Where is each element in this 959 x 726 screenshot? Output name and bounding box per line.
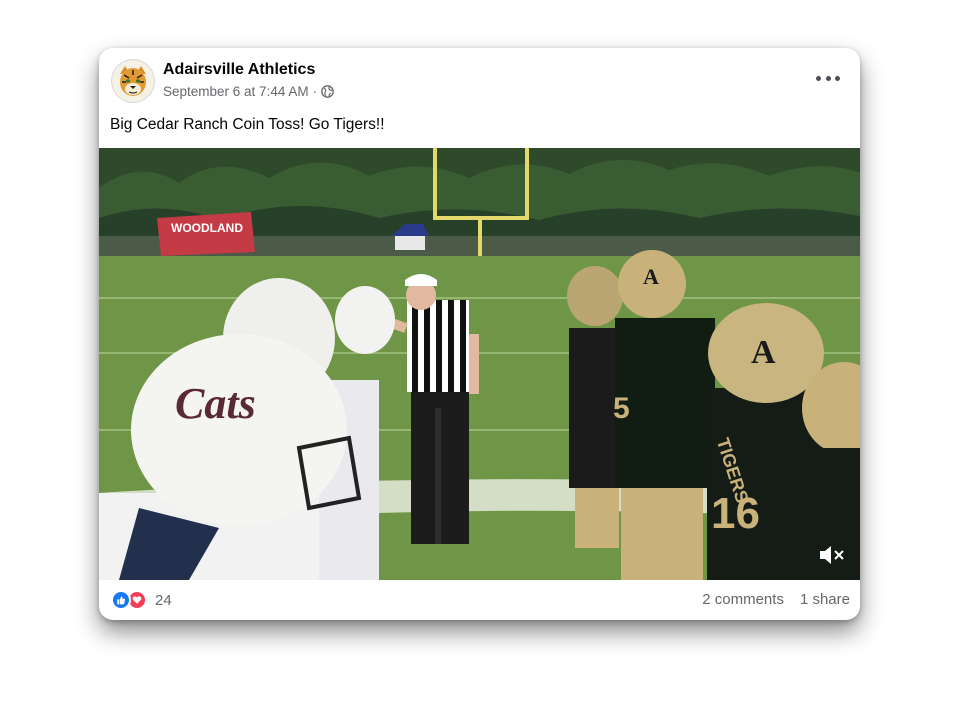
post-meta: September 6 at 7:44 AM · (163, 84, 334, 99)
muted-speaker-icon[interactable] (818, 544, 846, 566)
like-icon (111, 590, 131, 610)
post-timestamp[interactable]: September 6 at 7:44 AM (163, 84, 309, 99)
jersey-number-center: 5 (613, 392, 630, 425)
post-footer: 24 2 comments 1 share (99, 580, 860, 620)
post-stats: 2 comments 1 share (702, 591, 850, 608)
page-name[interactable]: Adairsville Athletics (163, 61, 315, 79)
post-header: Adairsville Athletics September 6 at 7:4… (99, 48, 860, 110)
banner-text: WOODLAND (171, 221, 243, 235)
comments-link[interactable]: 2 comments (702, 591, 784, 608)
home-helmet-logo: A (643, 264, 659, 289)
page-avatar[interactable] (111, 59, 155, 103)
post-caption: Big Cedar Ranch Coin Toss! Go Tigers!! (110, 116, 385, 133)
globe-icon (321, 85, 334, 98)
video-frame: WOODLAND A 5 A TIGERS 16 Cats (99, 148, 860, 580)
post-card: Adairsville Athletics September 6 at 7:4… (99, 48, 860, 620)
post-video[interactable]: WOODLAND A 5 A TIGERS 16 Cats (99, 148, 860, 580)
away-helmet-logo-a: A (751, 334, 776, 371)
shares-link[interactable]: 1 share (800, 591, 850, 608)
meta-separator: · (312, 84, 318, 99)
visitor-helmet-logo: Cats (175, 379, 256, 428)
tiger-logo-icon (113, 61, 153, 101)
more-options-icon[interactable] (816, 68, 840, 88)
reaction-count: 24 (155, 591, 172, 609)
reactions-summary[interactable]: 24 (111, 590, 172, 610)
jersey-number: 16 (711, 489, 760, 538)
